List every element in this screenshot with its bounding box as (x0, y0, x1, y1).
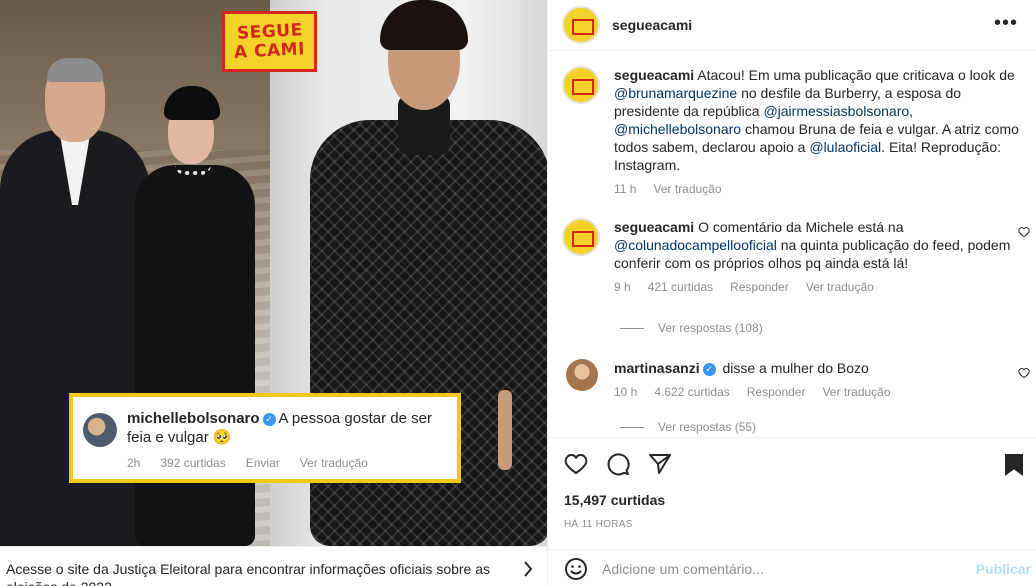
caption-meta: 11 h Ver tradução (614, 182, 1022, 196)
comment-time: 9 h (614, 280, 631, 294)
caption: segueacami Atacou! Em uma publicação que… (562, 66, 1022, 196)
caption-translate[interactable]: Ver tradução (653, 182, 721, 196)
comment-text: segueacami O comentário da Michele está … (614, 218, 1022, 272)
pearl-necklace (175, 165, 211, 175)
man-hair (47, 58, 103, 82)
view-replies[interactable]: Ver respostas (108) (620, 321, 763, 335)
action-icons (548, 438, 1036, 478)
comment-likes[interactable]: 4.622 curtidas (654, 385, 729, 399)
emoji-icon[interactable] (564, 557, 588, 581)
comment-text: martinasanzi ✓ disse a mulher do Bozo (614, 359, 1022, 377)
banner-text: Acesse o site da Justiça Eleitoral para … (6, 561, 491, 586)
like-comment-heart-icon[interactable] (1018, 226, 1030, 241)
more-options-icon[interactable]: ••• (994, 12, 1018, 35)
mention-link[interactable]: @brunamarquezine (614, 85, 737, 101)
overlay-time: 2h (127, 456, 141, 470)
election-info-banner[interactable]: Acesse o site da Justiça Eleitoral para … (0, 546, 547, 586)
post-sidebar: segueacami ••• segueacami Atacou! Em uma… (547, 0, 1036, 586)
comment-item: martinasanzi ✓ disse a mulher do Bozo 10 … (562, 359, 1030, 399)
logo-line2: A CAMI (233, 38, 306, 63)
comments-list[interactable]: segueacami Atacou! Em uma publicação que… (548, 52, 1036, 437)
screenshot-comment-overlay: michellebolsonaro ✓ A pessoa gostar de ser… (69, 393, 461, 483)
comment-username[interactable]: segueacami (614, 219, 694, 235)
view-replies-label[interactable]: Ver respostas (55) (658, 420, 756, 434)
caption-username[interactable]: segueacami (614, 67, 694, 83)
comment-username[interactable]: martinasanzi (614, 360, 700, 376)
comment-meta: 9 h 421 curtidas Responder Ver tradução (614, 280, 1022, 294)
post-header: segueacami ••• (548, 0, 1036, 51)
post-image[interactable]: SEGUE A CAMI michellebolsonaro ✓ A pessoa … (0, 0, 547, 586)
verified-icon: ✓ (702, 363, 716, 376)
comment-meta: 10 h 4.622 curtidas Responder Ver traduç… (614, 385, 1022, 399)
comment-likes[interactable]: 421 curtidas (648, 280, 713, 294)
overlay-username: michellebolsonaro (127, 410, 260, 427)
publish-button[interactable]: Publicar (976, 561, 1031, 577)
overlay-comment-text: michellebolsonaro ✓ A pessoa gostar de ser… (127, 409, 447, 447)
comment-part: disse a mulher do Bozo (722, 360, 869, 376)
mention-link[interactable]: @jairmessiasbolsonaro (763, 103, 909, 119)
like-count[interactable]: 15,497 curtidas (564, 492, 665, 508)
overlay-translate: Ver tradução (299, 456, 368, 470)
replies-divider (620, 426, 644, 428)
add-comment-bar: Publicar (548, 549, 1036, 586)
comment-input[interactable] (602, 560, 962, 577)
heart-icon[interactable] (564, 452, 590, 478)
mention-link[interactable]: @michellebolsonaro (614, 121, 741, 137)
view-replies-label[interactable]: Ver respostas (108) (658, 321, 763, 335)
comment-part: O comentário da Michele está na (698, 219, 904, 235)
reply-button[interactable]: Responder (747, 385, 806, 399)
overlay-send: Enviar (245, 456, 280, 470)
like-comment-heart-icon[interactable] (1018, 367, 1030, 382)
view-replies[interactable]: Ver respostas (55) (620, 420, 756, 434)
mention-link[interactable]: @colunadocampellooficial (614, 237, 777, 253)
post-timestamp: HÁ 11 HORAS (564, 519, 633, 530)
pleading-emoji-icon: 🥺 (212, 429, 232, 446)
segue-a-cami-logo: SEGUE A CAMI (222, 11, 317, 72)
post-actions: 15,497 curtidas HÁ 11 HORAS Publicar (548, 437, 1036, 586)
translate-button[interactable]: Ver tradução (806, 280, 874, 294)
reply-button[interactable]: Responder (730, 280, 789, 294)
avatar[interactable] (566, 359, 598, 391)
comment-icon[interactable] (606, 452, 632, 478)
header-username[interactable]: segueacami (612, 17, 692, 33)
overlay-likes: 392 curtidas (160, 456, 226, 470)
avatar[interactable] (562, 6, 600, 44)
caption-time: 11 h (614, 182, 637, 196)
woman-in-black-dress (135, 165, 255, 546)
comment-item: segueacami O comentário da Michele está … (562, 218, 1030, 294)
comment-time: 10 h (614, 385, 638, 399)
mention-link[interactable]: @lulaoficial (809, 139, 881, 155)
replies-divider (620, 327, 644, 329)
avatar[interactable] (562, 218, 600, 256)
avatar[interactable] (562, 66, 600, 104)
chevron-right-icon[interactable] (523, 561, 533, 580)
caption-part: Atacou! Em uma publicação que criticava … (697, 67, 1015, 83)
translate-button[interactable]: Ver tradução (822, 385, 890, 399)
share-icon[interactable] (648, 452, 674, 478)
model-leg (498, 390, 512, 470)
avatar (83, 413, 117, 447)
verified-icon: ✓ (262, 413, 276, 426)
overlay-comment-meta: 2h 392 curtidas Enviar Ver tradução (127, 456, 447, 470)
comma: , (909, 103, 914, 119)
caption-text: segueacami Atacou! Em uma publicação que… (614, 66, 1022, 174)
